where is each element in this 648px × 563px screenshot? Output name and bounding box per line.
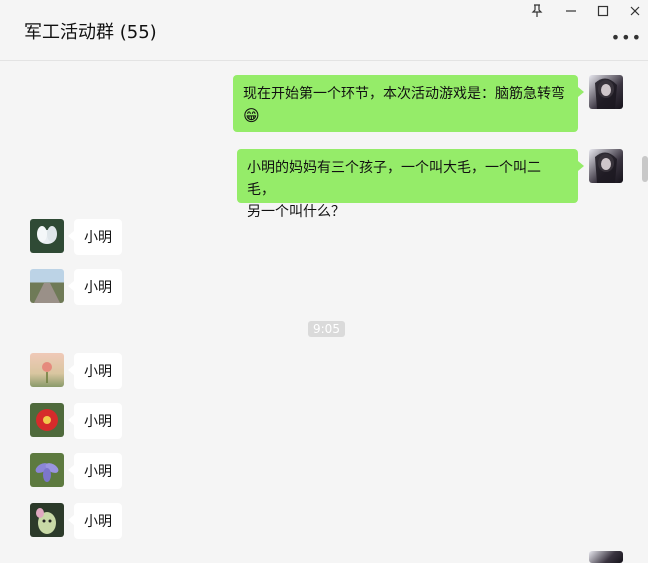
message-text: 小明: [84, 414, 112, 430]
message-text: 小明: [84, 280, 112, 296]
scrollbar-thumb[interactable]: [642, 156, 648, 182]
maximize-icon[interactable]: [592, 2, 614, 20]
message-bubble-other[interactable]: 小明: [68, 403, 122, 439]
time-divider: 9:05: [308, 321, 345, 337]
title-bar: 军工活动群 (55) •••: [0, 0, 648, 61]
message-text: 小明: [84, 230, 112, 246]
message-text: 小明: [84, 514, 112, 530]
message-bubble-other[interactable]: 小明: [68, 219, 122, 255]
message-bubble-other[interactable]: 小明: [68, 353, 122, 389]
message-text: 小明: [84, 464, 112, 480]
avatar-other-flower-white[interactable]: [30, 219, 64, 253]
more-icon[interactable]: •••: [611, 28, 642, 47]
avatar-self[interactable]: [589, 149, 623, 183]
minimize-icon[interactable]: [560, 2, 582, 20]
message-bubble-self[interactable]: 现在开始第一个环节，本次活动游戏是：脑筋急转弯 😁: [233, 75, 584, 132]
grin-emoji-icon: 😁: [243, 106, 260, 125]
message-text: 小明的妈妈有三个孩子，一个叫大毛，一个叫二毛，: [247, 160, 541, 198]
message-bubble-other[interactable]: 小明: [68, 503, 122, 539]
avatar-other-road[interactable]: [30, 269, 64, 303]
message-text: 现在开始第一个环节，本次活动游戏是：脑筋急转弯: [243, 86, 565, 102]
message-text: 小明: [84, 364, 112, 380]
message-bubble-other[interactable]: 小明: [68, 453, 122, 489]
message-bubble-other[interactable]: 小明: [68, 269, 122, 305]
avatar-self[interactable]: [589, 551, 623, 563]
avatar-self[interactable]: [589, 75, 623, 109]
pin-icon[interactable]: [526, 2, 548, 20]
avatar-other-purple-flower[interactable]: [30, 453, 64, 487]
avatar-other-cartoon[interactable]: [30, 503, 64, 537]
message-text: 另一个叫什么？: [247, 204, 345, 220]
avatar-other-lotus[interactable]: [30, 353, 64, 387]
message-list[interactable]: 现在开始第一个环节，本次活动游戏是：脑筋急转弯 😁 小明的妈妈有三个孩子，一个叫…: [0, 61, 648, 563]
message-bubble-self[interactable]: 小明的妈妈有三个孩子，一个叫大毛，一个叫二毛， 另一个叫什么？: [237, 149, 584, 220]
close-icon[interactable]: [624, 2, 646, 20]
avatar-other-red-flower[interactable]: [30, 403, 64, 437]
chat-title: 军工活动群 (55): [24, 22, 157, 43]
